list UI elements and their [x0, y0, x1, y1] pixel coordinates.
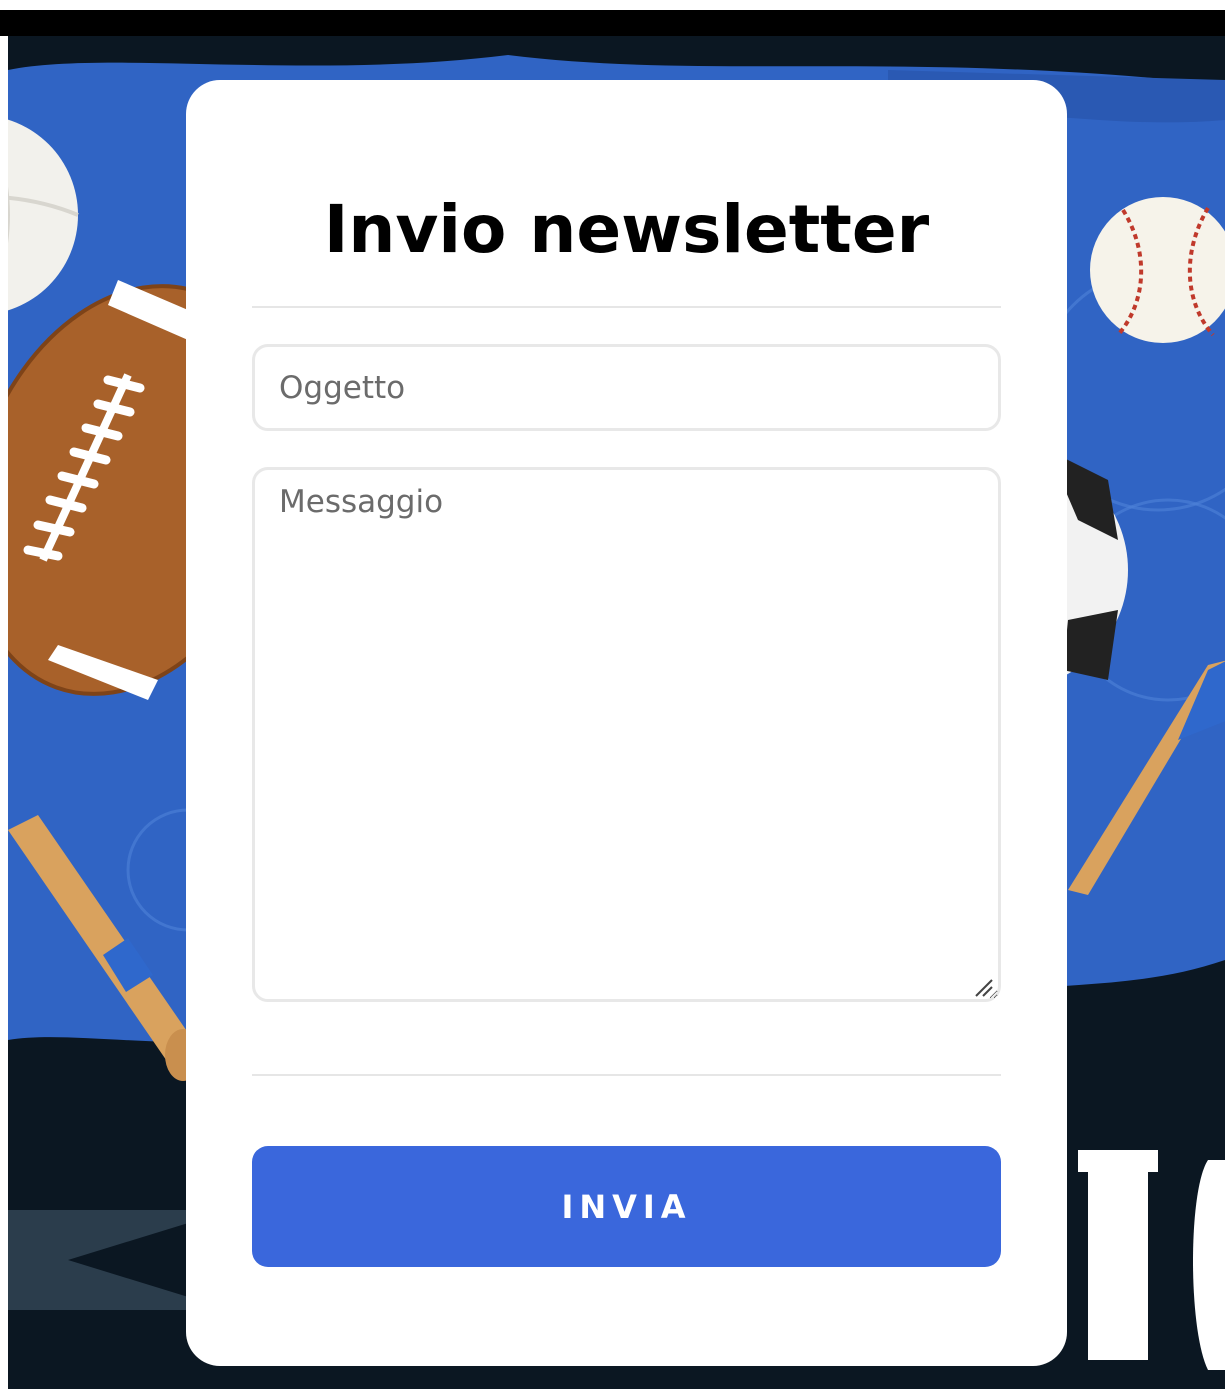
divider-top — [252, 306, 1001, 308]
baseball-bat-right-icon — [1068, 660, 1225, 895]
page-title: Invio newsletter — [323, 191, 930, 268]
message-textarea[interactable] — [252, 467, 1001, 1002]
top-bar — [0, 10, 1225, 36]
baseball-icon — [1090, 197, 1225, 343]
divider-bottom — [252, 1074, 1001, 1076]
send-button[interactable]: INVIA — [252, 1146, 1001, 1267]
american-football-icon — [8, 280, 188, 700]
subject-input[interactable] — [252, 344, 1001, 431]
baseball-bat-icon — [8, 815, 198, 1081]
